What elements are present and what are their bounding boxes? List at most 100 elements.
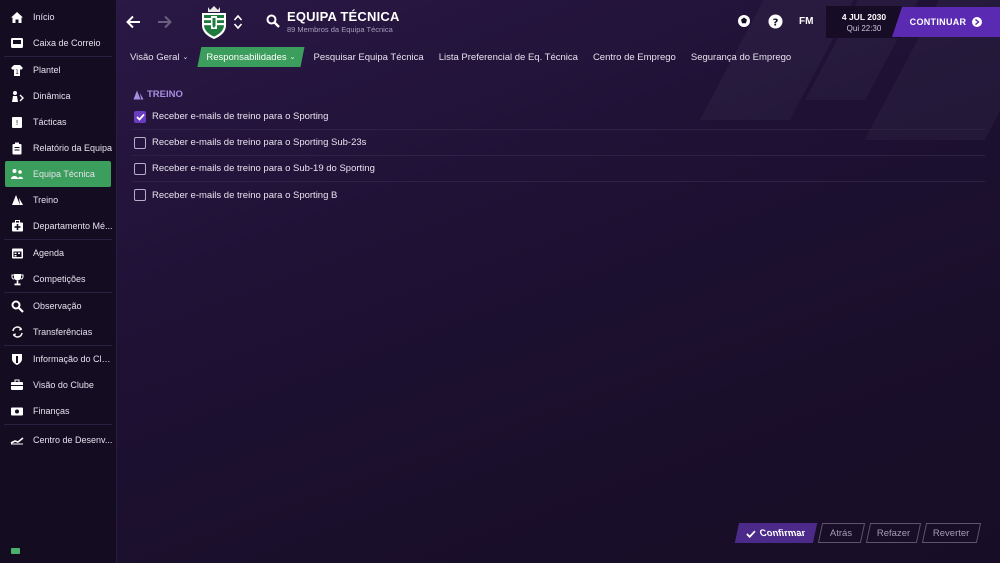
fm-menu-button[interactable]: FM <box>799 16 813 27</box>
main-panel: EQUIPA TÉCNICA 89 Membros da Equipa Técn… <box>117 0 1000 563</box>
sidebar-item-label: Treino <box>33 195 59 205</box>
club-crest-icon[interactable] <box>199 4 229 40</box>
transfer-arrows-icon <box>10 325 24 339</box>
tab-responsabilidades[interactable]: Responsabilidades ⌄ <box>197 47 304 67</box>
redo-label: Refazer <box>876 527 911 539</box>
sidebar-item-financas[interactable]: Finanças <box>0 398 116 424</box>
training-cone-icon <box>133 90 144 99</box>
checkbox[interactable] <box>134 162 146 175</box>
development-chart-icon <box>10 433 24 447</box>
sidebar-item-relatorio-da-equipa[interactable]: Relatório da Equipa <box>0 135 116 161</box>
tab-label: Lista Preferencial de Eq. Técnica <box>438 51 578 63</box>
sidebar-item-label: Relatório da Equipa <box>33 143 113 153</box>
svg-text:!: ! <box>16 119 19 127</box>
sidebar-item-label: Transferências <box>33 327 93 337</box>
continue-arrow-icon <box>972 17 983 27</box>
home-icon <box>10 10 24 24</box>
confirm-button[interactable]: Confirmar <box>734 523 818 543</box>
sidebar-item-equipa-tecnica[interactable]: Equipa Técnica <box>5 161 111 187</box>
sidebar-item-label: Departamento Mé... <box>33 221 113 231</box>
sidebar-item-label: Caixa de Correio <box>33 38 101 48</box>
email-options-list: Receber e-mails de treino para o Sportin… <box>132 104 985 208</box>
money-icon <box>10 404 24 418</box>
medical-kit-icon <box>10 219 24 233</box>
sidebar-item-label: Centro de Desenv... <box>33 435 113 445</box>
sidebar-item-label: Observação <box>33 301 82 311</box>
option-label: Receber e-mails de treino para o Sportin… <box>152 189 338 201</box>
option-label: Receber e-mails de treino para o Sub-19 … <box>152 163 375 174</box>
checkmark-icon <box>135 113 145 121</box>
redo-button[interactable]: Refazer <box>865 523 922 543</box>
tab-lista-preferencial[interactable]: Lista Preferencial de Eq. Técnica <box>433 47 584 67</box>
sidebar-item-centro-de-desenvolvimento[interactable]: Centro de Desenv... <box>0 427 116 453</box>
back-label: Atrás <box>830 527 853 539</box>
sidebar-item-label: Informação do Clu... <box>33 354 113 364</box>
tab-bar: Visão Geral ⌄ Responsabilidades ⌄ Pesqui… <box>124 47 800 67</box>
page-title: EQUIPA TÉCNICA <box>287 9 400 24</box>
top-bar: EQUIPA TÉCNICA 89 Membros da Equipa Técn… <box>117 0 1000 44</box>
sidebar-item-observacao[interactable]: Observação <box>0 293 116 319</box>
ball-icon[interactable] <box>737 14 751 28</box>
tactics-board-icon: ! <box>10 115 24 129</box>
shield-icon <box>10 352 24 366</box>
dynamics-icon <box>10 89 24 103</box>
sidebar-item-inicio[interactable]: Início <box>0 4 116 30</box>
current-day-time: Qui 22:30 <box>846 24 882 33</box>
tab-label: Centro de Emprego <box>592 51 676 63</box>
sidebar-item-label: Competições <box>33 274 86 284</box>
help-icon[interactable]: ? <box>768 14 783 29</box>
clipboard-icon <box>10 141 24 155</box>
sidebar-item-departamento-medico[interactable]: Departamento Mé... <box>0 213 116 239</box>
tab-visao-geral[interactable]: Visão Geral ⌄ <box>124 47 194 67</box>
crest-switch-arrows-icon[interactable] <box>233 13 243 31</box>
sidebar-item-visao-do-clube[interactable]: Visão do Clube <box>0 372 116 398</box>
sidebar-item-caixa-de-correio[interactable]: Caixa de Correio <box>0 30 116 56</box>
checkbox[interactable] <box>134 189 146 201</box>
sidebar-item-label: Agenda <box>33 248 65 258</box>
calendar-icon <box>10 246 24 260</box>
back-button[interactable]: Atrás <box>817 523 866 543</box>
svg-text:?: ? <box>773 17 779 28</box>
sidebar-item-label: Visão do Clube <box>33 380 94 390</box>
continue-button[interactable]: CONTINUAR <box>892 7 1000 37</box>
svg-text:1: 1 <box>15 69 19 76</box>
status-indicator-icon <box>11 548 20 554</box>
checkbox[interactable] <box>134 136 146 149</box>
chevron-down-icon: ⌄ <box>182 54 189 61</box>
sidebar-item-treino[interactable]: Treino <box>0 187 116 213</box>
option-label: Receber e-mails de treino para o Sportin… <box>152 137 367 148</box>
trophy-icon <box>10 272 24 286</box>
list-item[interactable]: Receber e-mails de treino para o Sub-19 … <box>132 156 985 182</box>
sidebar-item-label: Plantel <box>33 65 61 75</box>
sidebar-item-tacticas[interactable]: ! Tácticas <box>0 109 116 135</box>
list-item[interactable]: Receber e-mails de treino para o Sportin… <box>132 130 985 156</box>
revert-button[interactable]: Reverter <box>921 523 982 543</box>
magnifier-icon <box>10 299 24 313</box>
section-title: TREINO <box>147 89 183 100</box>
current-date: 4 JUL 2030 <box>841 12 887 22</box>
option-label: Receber e-mails de treino para o Sportin… <box>152 111 329 122</box>
back-arrow-icon[interactable] <box>125 13 143 31</box>
sidebar-item-label: Finanças <box>33 406 70 416</box>
tab-label: Segurança do Emprego <box>690 51 792 63</box>
sidebar-item-competicoes[interactable]: Competições <box>0 266 116 292</box>
sidebar-item-label: Tácticas <box>33 117 67 127</box>
sidebar-item-informacao-do-clube[interactable]: Informação do Clu... <box>0 346 116 372</box>
revert-label: Reverter <box>933 527 970 539</box>
sidebar-item-transferencias[interactable]: Transferências <box>0 319 116 345</box>
list-item[interactable]: Receber e-mails de treino para o Sportin… <box>132 182 985 208</box>
sidebar-item-agenda[interactable]: Agenda <box>0 240 116 266</box>
sidebar-item-label: Dinâmica <box>33 91 71 101</box>
briefcase-icon <box>10 378 24 392</box>
checkbox-checked[interactable] <box>134 110 146 123</box>
tab-seguranca-do-emprego[interactable]: Segurança do Emprego <box>685 47 797 67</box>
list-item[interactable]: Receber e-mails de treino para o Sportin… <box>132 104 985 130</box>
tab-pesquisar-equipa-tecnica[interactable]: Pesquisar Equipa Técnica <box>308 47 430 67</box>
confirm-label: Confirmar <box>759 527 807 539</box>
training-cone-icon <box>10 193 24 207</box>
sidebar-item-dinamica[interactable]: Dinâmica <box>0 83 116 109</box>
search-icon[interactable] <box>266 14 280 28</box>
tab-centro-de-emprego[interactable]: Centro de Emprego <box>587 47 682 67</box>
sidebar-item-plantel[interactable]: 1 Plantel <box>0 57 116 83</box>
forward-arrow-icon[interactable] <box>155 13 173 31</box>
